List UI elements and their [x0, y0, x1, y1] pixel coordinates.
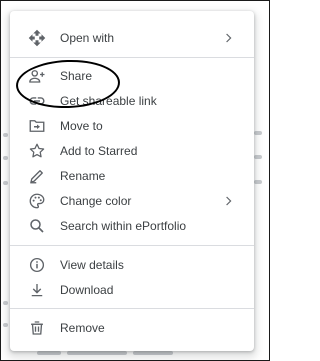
menu-item-label: View details	[60, 257, 124, 272]
menu-item-share[interactable]: Share	[10, 63, 254, 88]
info-icon	[28, 256, 46, 274]
menu-item-label: Download	[60, 282, 114, 297]
search-icon	[28, 217, 46, 235]
menu-item-view-details[interactable]: View details	[10, 252, 254, 277]
menu-item-label: Change color	[60, 193, 132, 208]
trash-icon	[28, 319, 46, 337]
person-add-icon	[28, 67, 46, 85]
background-page-fragment	[254, 176, 268, 188]
menu-divider	[10, 57, 254, 58]
chevron-right-icon	[224, 32, 234, 44]
chevron-right-icon	[224, 195, 234, 207]
open-with-icon	[28, 29, 46, 47]
menu-item-label: Add to Starred	[60, 143, 138, 158]
menu-item-remove[interactable]: Remove	[10, 315, 254, 340]
palette-icon	[28, 192, 46, 210]
menu-item-label: Rename	[60, 168, 106, 183]
download-icon	[28, 281, 46, 299]
menu-item-add-to-starred[interactable]: Add to Starred	[10, 138, 254, 163]
menu-item-label: Remove	[60, 320, 105, 335]
background-page-fragment	[254, 151, 268, 163]
menu-item-search-within[interactable]: Search within ePortfolio	[10, 213, 254, 238]
context-menu: Open with Share Get shareable link Move …	[10, 11, 254, 351]
pencil-icon	[28, 167, 46, 185]
menu-item-rename[interactable]: Rename	[10, 163, 254, 188]
menu-item-move-to[interactable]: Move to	[10, 113, 254, 138]
menu-item-label: Search within ePortfolio	[60, 218, 187, 233]
menu-item-open-with[interactable]: Open with	[10, 25, 254, 50]
menu-divider	[10, 245, 254, 246]
link-icon	[28, 92, 46, 110]
menu-item-label: Share	[60, 68, 93, 83]
background-page-fragment	[254, 127, 268, 139]
menu-item-label: Open with	[60, 30, 115, 45]
star-icon	[28, 142, 46, 160]
menu-item-change-color[interactable]: Change color	[10, 188, 254, 213]
menu-divider	[10, 308, 254, 309]
move-to-folder-icon	[28, 117, 46, 135]
menu-item-label: Get shareable link	[60, 93, 157, 108]
menu-item-get-shareable-link[interactable]: Get shareable link	[10, 88, 254, 113]
menu-item-label: Move to	[60, 118, 103, 133]
screenshot-frame: Open with Share Get shareable link Move …	[0, 0, 270, 361]
menu-item-download[interactable]: Download	[10, 277, 254, 302]
